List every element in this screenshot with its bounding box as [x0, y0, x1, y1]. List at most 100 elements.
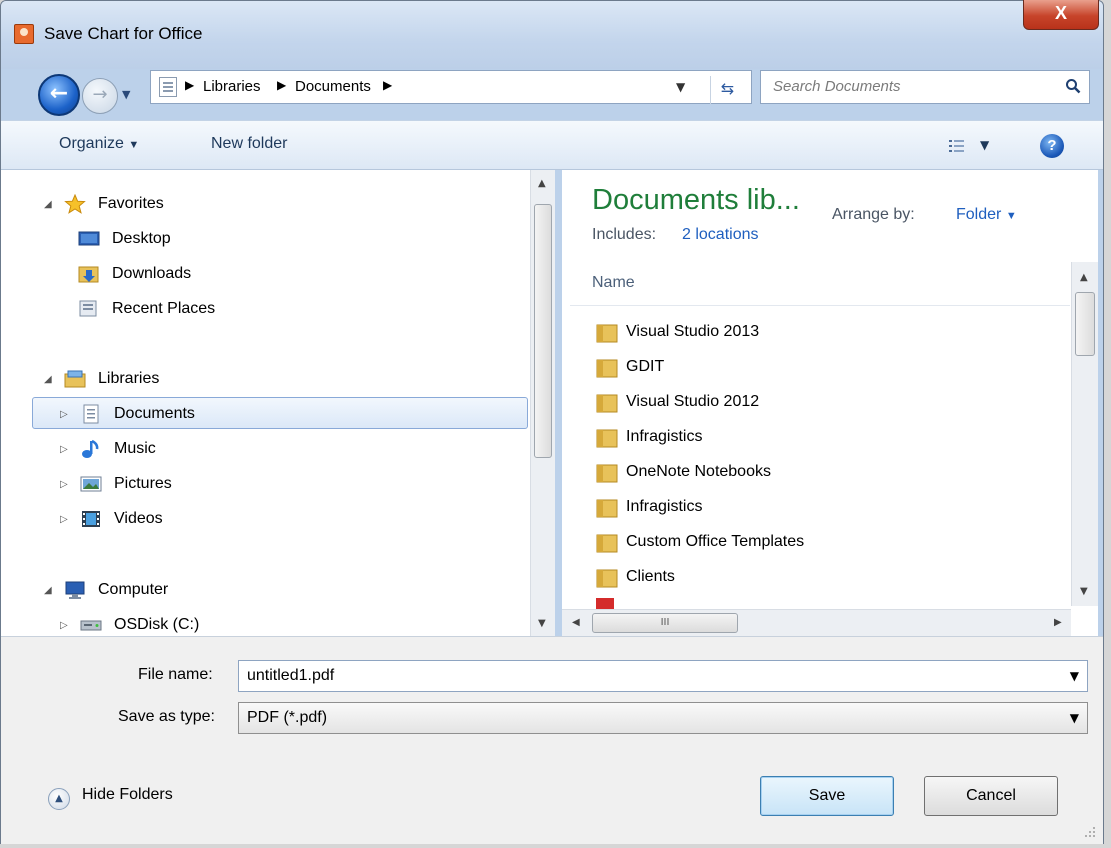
- scroll-thumb[interactable]: [534, 204, 552, 458]
- save-as-type-select[interactable]: PDF (*.pdf) ▼: [238, 702, 1088, 734]
- address-dropdown-icon[interactable]: ▼: [676, 80, 685, 94]
- history-dropdown-icon[interactable]: ▼: [122, 88, 136, 102]
- list-item-label: Infragistics: [626, 498, 703, 515]
- file-list-horizontal-scrollbar[interactable]: ◀ III ▶: [562, 609, 1071, 636]
- sidebar-group-favorites[interactable]: ◢ Favorites: [44, 190, 344, 220]
- folder-icon: [596, 534, 618, 553]
- view-options-icon[interactable]: [948, 138, 966, 154]
- collapsed-arrow-icon[interactable]: ▷: [60, 514, 68, 525]
- desktop-icon: [78, 231, 100, 246]
- list-item[interactable]: Custom Office Templates: [592, 526, 1062, 560]
- computer-icon: [65, 581, 85, 599]
- list-item-label: Visual Studio 2013: [626, 323, 760, 340]
- file-name-field[interactable]: untitled1.pdf ▼: [238, 660, 1088, 692]
- column-header-label: Name: [592, 274, 635, 291]
- file-list-vertical-scrollbar[interactable]: ▲ ▼: [1071, 262, 1098, 606]
- sidebar-group-computer[interactable]: ◢ Computer: [44, 576, 344, 606]
- new-folder-button[interactable]: New folder: [211, 135, 287, 153]
- chevron-down-icon[interactable]: ▼: [1070, 669, 1079, 683]
- list-item[interactable]: Infragistics: [592, 421, 1062, 455]
- list-item[interactable]: GDIT: [592, 351, 1062, 385]
- search-box[interactable]: Search Documents: [760, 70, 1090, 104]
- scroll-down-icon[interactable]: ▼: [1080, 586, 1088, 597]
- navigation-pane-scrollbar[interactable]: ▲ ▼: [530, 170, 555, 636]
- list-item-label: Clients: [626, 568, 675, 585]
- help-button[interactable]: ?: [1040, 134, 1064, 158]
- resize-grip-icon[interactable]: [1084, 826, 1096, 838]
- search-input[interactable]: Search Documents: [773, 78, 901, 95]
- save-as-type-label: Save as type:: [118, 708, 215, 725]
- address-bar[interactable]: ▶ Libraries ▶ Documents ▶: [150, 70, 752, 104]
- folder-icon: [596, 429, 618, 448]
- libraries-icon: [64, 370, 86, 388]
- documents-icon: [83, 404, 99, 424]
- sidebar-group-libraries[interactable]: ◢ Libraries: [44, 365, 344, 395]
- arrange-by-dropdown[interactable]: Folder ▼: [956, 206, 1017, 224]
- sidebar-item-downloads[interactable]: Downloads: [78, 260, 378, 290]
- expanded-arrow-icon[interactable]: ◢: [44, 585, 52, 596]
- scroll-thumb[interactable]: III: [592, 613, 738, 633]
- sidebar-group-label: Favorites: [98, 195, 164, 212]
- sidebar-item-pictures[interactable]: ▷ Pictures: [60, 470, 360, 500]
- includes-locations-link[interactable]: 2 locations: [682, 226, 759, 244]
- back-button[interactable]: ←: [38, 74, 80, 116]
- list-item[interactable]: Visual Studio 2012: [592, 386, 1062, 420]
- folder-icon: [596, 359, 618, 378]
- scroll-up-icon[interactable]: ▲: [1080, 272, 1088, 283]
- scroll-up-icon[interactable]: ▲: [538, 178, 546, 189]
- scroll-right-icon[interactable]: ▶: [1054, 617, 1062, 628]
- hide-folders-button[interactable]: Hide Folders: [82, 786, 173, 804]
- scroll-down-icon[interactable]: ▼: [538, 618, 546, 629]
- window-title: Save Chart for Office: [44, 24, 203, 43]
- breadcrumb-separator-icon[interactable]: ▶: [185, 78, 194, 92]
- file-name-value[interactable]: untitled1.pdf: [247, 667, 334, 685]
- name-column-header[interactable]: Name: [570, 262, 1070, 306]
- collapsed-arrow-icon[interactable]: ▷: [60, 620, 68, 631]
- pdf-file-icon: [596, 598, 614, 609]
- sidebar-item-videos[interactable]: ▷ Videos: [60, 505, 360, 535]
- breadcrumb-separator-icon[interactable]: ▶: [383, 78, 392, 92]
- library-location-icon: [159, 77, 177, 97]
- list-item[interactable]: Infragistics: [592, 491, 1062, 525]
- sidebar-item-music[interactable]: ▷ Music: [60, 435, 360, 465]
- close-button[interactable]: X: [1023, 0, 1099, 30]
- expanded-arrow-icon[interactable]: ◢: [44, 374, 52, 385]
- command-toolbar: Organize ▼ New folder: [1, 120, 1103, 170]
- view-dropdown-icon[interactable]: ▼: [980, 138, 989, 152]
- scroll-left-icon[interactable]: ◀: [572, 617, 580, 628]
- sidebar-item-recent-places[interactable]: Recent Places: [78, 295, 378, 325]
- cancel-button[interactable]: Cancel: [924, 776, 1058, 816]
- sidebar-item-label: Music: [114, 440, 156, 457]
- collapsed-arrow-icon[interactable]: ▷: [60, 479, 68, 490]
- forward-button[interactable]: →: [82, 78, 118, 114]
- scroll-thumb[interactable]: [1075, 292, 1095, 356]
- list-item[interactable]: Clients: [592, 561, 1062, 595]
- sidebar-item-label: OSDisk (C:): [114, 616, 200, 633]
- breadcrumb-separator-icon[interactable]: ▶: [277, 78, 286, 92]
- collapsed-arrow-icon[interactable]: ▷: [60, 444, 68, 455]
- list-item[interactable]: OneNote Notebooks: [592, 456, 1062, 490]
- collapsed-arrow-icon[interactable]: ▷: [60, 409, 68, 420]
- arrow-right-icon: →: [92, 84, 108, 105]
- star-icon: [64, 194, 86, 214]
- sidebar-item-label: Desktop: [112, 230, 171, 247]
- library-title: Documents lib...: [592, 184, 800, 216]
- sidebar-item-desktop[interactable]: Desktop: [78, 225, 378, 255]
- chevron-down-icon[interactable]: ▼: [1070, 711, 1079, 725]
- pictures-icon: [80, 476, 102, 492]
- search-icon[interactable]: [1065, 78, 1081, 94]
- sidebar-item-documents[interactable]: ▷ Documents: [60, 400, 360, 430]
- folder-icon: [596, 569, 618, 588]
- list-item-label: GDIT: [626, 358, 665, 375]
- organize-button[interactable]: Organize ▼: [59, 135, 139, 153]
- list-item[interactable]: Visual Studio 2013: [592, 316, 1062, 350]
- recent-places-icon: [79, 300, 97, 317]
- chevron-up-icon[interactable]: ▲: [48, 788, 70, 810]
- sidebar-group-label: Computer: [98, 581, 169, 598]
- expanded-arrow-icon[interactable]: ◢: [44, 199, 52, 210]
- breadcrumb-libraries[interactable]: Libraries: [203, 78, 261, 95]
- breadcrumb-documents[interactable]: Documents: [295, 78, 371, 95]
- refresh-button[interactable]: ⇆: [710, 76, 744, 104]
- save-button[interactable]: Save: [760, 776, 894, 816]
- arrow-left-icon: ←: [49, 81, 69, 106]
